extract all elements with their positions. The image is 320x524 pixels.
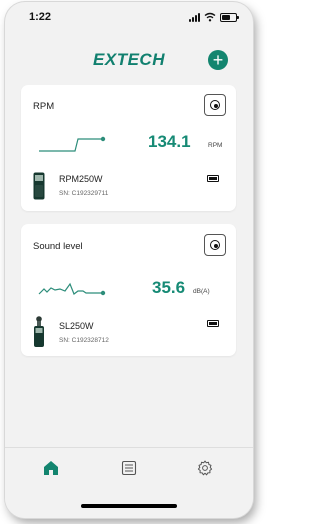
tab-log[interactable] <box>119 458 139 478</box>
battery-icon <box>220 12 239 22</box>
card-title: RPM <box>33 101 55 112</box>
settings-icon <box>197 460 213 476</box>
status-time: 1:22 <box>29 11 52 23</box>
status-bar: 1:22 <box>5 2 253 32</box>
sound-trend-line <box>38 282 106 296</box>
record-button[interactable] <box>204 94 226 116</box>
tab-settings[interactable] <box>195 458 215 478</box>
card-title: Sound level <box>33 241 83 252</box>
device-card-sound-level[interactable]: Sound level 35.6 dB(A) SL250W SN: C19232… <box>21 224 236 356</box>
add-device-button[interactable]: + <box>208 50 228 70</box>
reading-value: 134.1 <box>148 132 191 151</box>
wifi-icon <box>204 12 216 22</box>
tab-bar <box>5 447 253 518</box>
phone-screen: 1:22 EXTECH + RPM 134.1 RPM RPM250W SN: … <box>5 2 253 518</box>
device-card-rpm[interactable]: RPM 134.1 RPM RPM250W SN: C192329711 <box>21 85 236 211</box>
status-icons <box>189 11 239 23</box>
device-name: SL250W <box>59 321 94 331</box>
record-icon <box>210 240 220 250</box>
sound-meter-image <box>34 316 44 347</box>
tab-home[interactable] <box>41 458 61 478</box>
plus-icon: + <box>212 50 224 70</box>
record-icon <box>210 100 220 110</box>
rpm-trend-line <box>39 136 106 152</box>
device-name: RPM250W <box>59 174 103 184</box>
reading-unit: RPM <box>208 142 223 149</box>
home-icon <box>44 461 58 475</box>
reading-unit: dB(A) <box>193 288 210 295</box>
record-button[interactable] <box>204 234 226 256</box>
list-icon <box>121 460 137 476</box>
rpm-meter-image <box>33 172 45 200</box>
device-battery-icon <box>207 320 219 327</box>
app-header: EXTECH + <box>5 42 253 82</box>
device-serial: SN: C192328712 <box>59 337 109 344</box>
device-battery-icon <box>207 175 219 182</box>
home-indicator <box>81 504 177 508</box>
signal-icon <box>189 12 200 22</box>
device-serial: SN: C192329711 <box>59 190 109 197</box>
reading-value: 35.6 <box>152 278 186 297</box>
